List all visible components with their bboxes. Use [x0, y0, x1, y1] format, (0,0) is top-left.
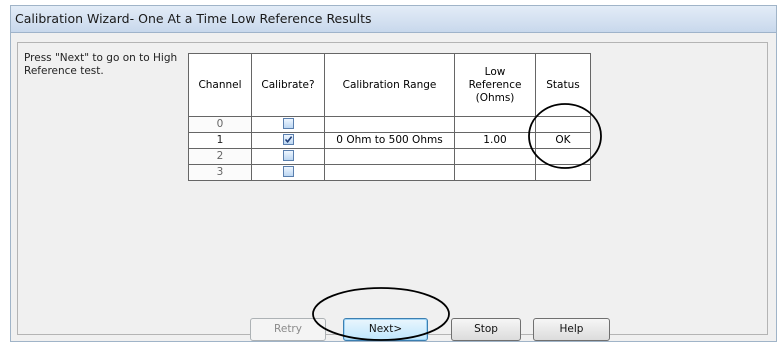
- table-row: 1 0 Ohm to 500 Ohms 1.00 OK: [188, 132, 591, 149]
- header-low-reference: Low Reference (Ohms): [454, 53, 536, 117]
- calibrate-checkbox[interactable]: [282, 149, 294, 161]
- status-cell: [535, 116, 591, 133]
- lowref-cell: [454, 164, 536, 181]
- calibrate-cell: [251, 164, 325, 181]
- header-low-reference-line1: Low: [484, 65, 506, 78]
- table-header-row: Channel Calibrate? Calibration Range Low…: [188, 53, 591, 117]
- header-calibrate: Calibrate?: [251, 53, 325, 117]
- calibrate-checkbox[interactable]: [282, 133, 294, 145]
- range-cell: [324, 116, 455, 133]
- instruction-text: Press "Next" to go on to High Reference …: [24, 52, 178, 77]
- results-table: Channel Calibrate? Calibration Range Low…: [188, 53, 591, 181]
- range-cell: 0 Ohm to 500 Ohms: [324, 132, 455, 149]
- header-calibration-range: Calibration Range: [324, 53, 455, 117]
- channel-cell: 2: [188, 148, 252, 165]
- retry-button[interactable]: Retry: [250, 318, 326, 341]
- table-row: 0: [188, 116, 591, 133]
- window-title: Calibration Wizard- One At a Time Low Re…: [15, 11, 372, 26]
- status-cell: OK: [535, 132, 591, 149]
- channel-cell: 1: [188, 132, 252, 149]
- table-row: 3: [188, 164, 591, 181]
- lowref-cell: 1.00: [454, 132, 536, 149]
- table-row: 2: [188, 148, 591, 165]
- calibrate-cell: [251, 132, 325, 149]
- range-cell: [324, 164, 455, 181]
- lowref-cell: [454, 148, 536, 165]
- status-cell: [535, 164, 591, 181]
- title-bar[interactable]: Calibration Wizard- One At a Time Low Re…: [11, 6, 776, 33]
- next-button[interactable]: Next>: [343, 318, 428, 341]
- wizard-body: Press "Next" to go on to High Reference …: [11, 33, 776, 341]
- channel-cell: 3: [188, 164, 252, 181]
- header-low-reference-line3: (Ohms): [475, 91, 515, 104]
- header-low-reference-line2: Reference: [468, 78, 522, 91]
- channel-cell: 0: [188, 116, 252, 133]
- calibrate-cell: [251, 116, 325, 133]
- help-button[interactable]: Help: [533, 318, 610, 341]
- calibrate-checkbox[interactable]: [282, 165, 294, 177]
- calibration-wizard-window: Calibration Wizard- One At a Time Low Re…: [10, 5, 777, 342]
- results-panel: Press "Next" to go on to High Reference …: [17, 42, 768, 341]
- header-channel: Channel: [188, 53, 252, 117]
- checkmark-icon: [284, 135, 292, 143]
- header-status: Status: [535, 53, 591, 117]
- range-cell: [324, 148, 455, 165]
- calibrate-checkbox[interactable]: [282, 117, 294, 129]
- calibrate-cell: [251, 148, 325, 165]
- stop-button[interactable]: Stop: [451, 318, 521, 341]
- status-cell: [535, 148, 591, 165]
- lowref-cell: [454, 116, 536, 133]
